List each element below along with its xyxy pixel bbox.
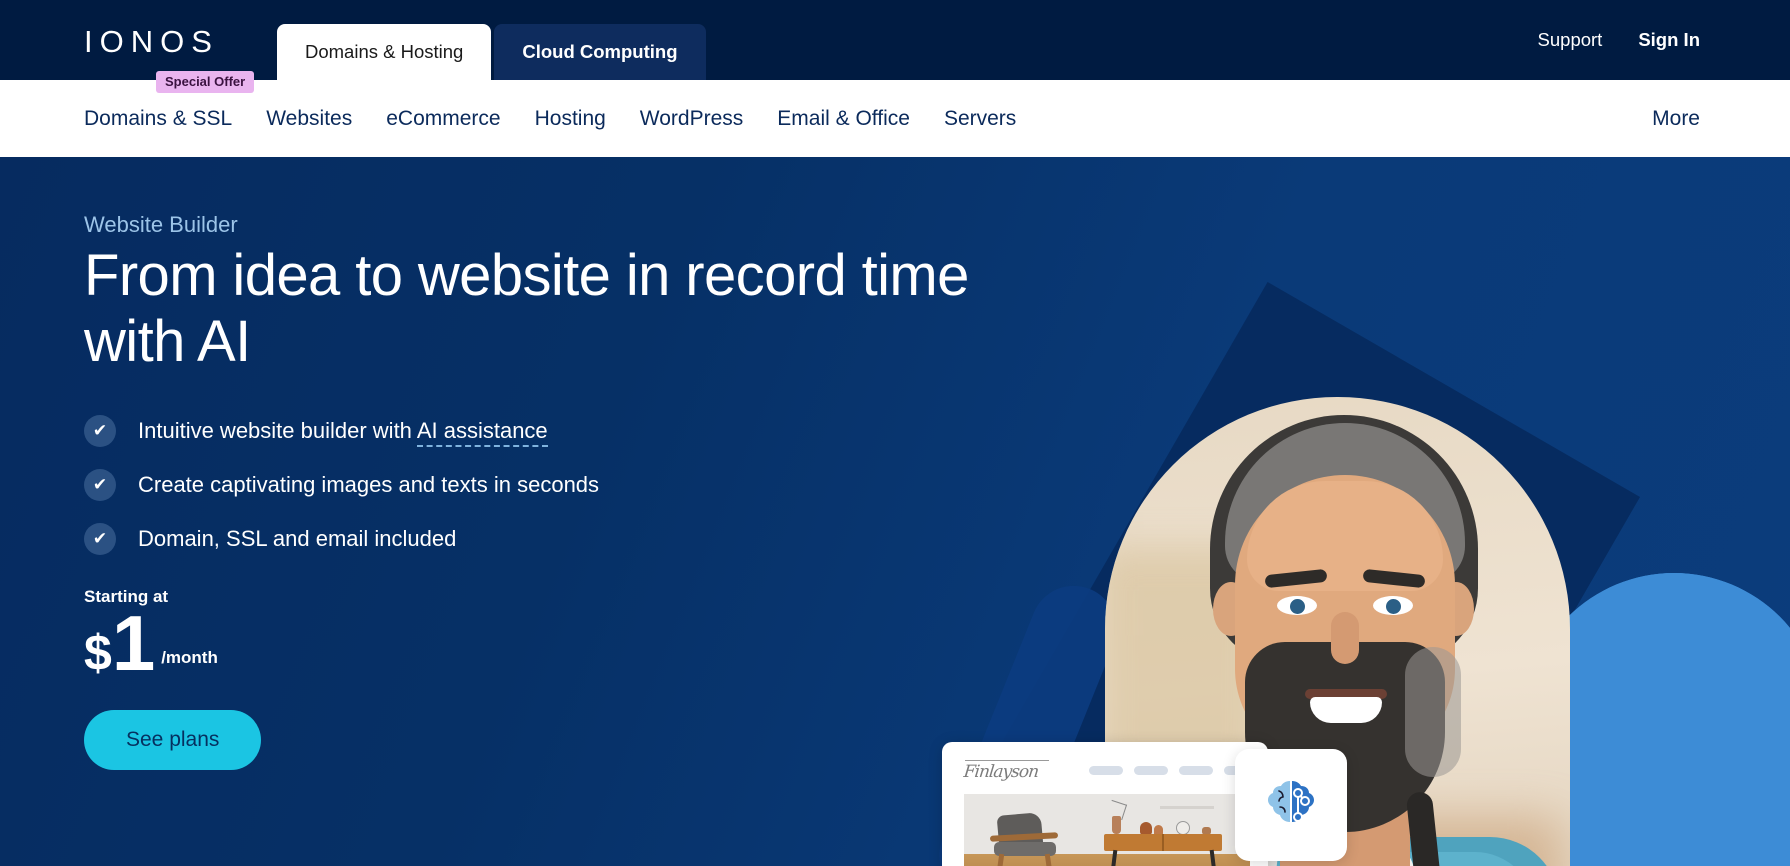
support-link[interactable]: Support (1538, 29, 1603, 51)
main-nav-list: Domains & SSL Special Offer Websites eCo… (84, 70, 1016, 157)
nav-item-more[interactable]: More (1652, 80, 1700, 157)
hero-eyebrow: Website Builder (84, 212, 238, 237)
ai-assistance-tooltip-term[interactable]: AI assistance (416, 418, 548, 447)
hero-feature-list: ✔ Intuitive website builder with AI assi… (84, 415, 599, 577)
nav-item-ecommerce[interactable]: eCommerce (386, 107, 500, 131)
feature-item: ✔ Create captivating images and texts in… (84, 469, 599, 501)
feature-item: ✔ Domain, SSL and email included (84, 523, 599, 555)
top-bar: IONOS Domains & Hosting Cloud Computing … (0, 0, 1790, 80)
ionos-logo[interactable]: IONOS (84, 26, 219, 57)
hero-headline: From idea to website in record time with… (84, 243, 969, 375)
feature-label: Create captivating images and texts in s… (138, 472, 600, 497)
nav-item-websites[interactable]: Websites (266, 107, 352, 131)
price-period: /month (161, 647, 218, 667)
mockup-nav-placeholders (1089, 766, 1258, 775)
laptop-screen: Finlayson (942, 742, 1268, 866)
see-plans-button[interactable]: See plans (84, 710, 262, 770)
check-icon: ✔ (84, 523, 116, 555)
nav-item-domains-ssl[interactable]: Domains & SSL Special Offer (84, 70, 255, 131)
ai-brain-chip (1235, 749, 1347, 861)
sign-in-link[interactable]: Sign In (1638, 29, 1700, 51)
ionos-landing-page: IONOS Domains & Hosting Cloud Computing … (0, 0, 1790, 866)
mockup-site-logo: Finlayson (963, 760, 1050, 782)
nav-item-servers[interactable]: Servers (944, 107, 1016, 131)
mockup-hero-image (964, 794, 1250, 866)
price-block: Starting at $ 1 /month (84, 587, 218, 687)
main-navigation: Domains & SSL Special Offer Websites eCo… (0, 70, 1790, 157)
nav-item-email-office[interactable]: Email & Office (777, 107, 910, 131)
primary-tab-group: Domains & Hosting Cloud Computing (277, 24, 706, 80)
price-row: $ 1 /month (84, 599, 218, 687)
feature-label: Intuitive website builder with AI assist… (138, 418, 548, 447)
top-bar-utility-links: Support Sign In (1538, 0, 1790, 80)
check-icon: ✔ (84, 415, 116, 447)
hero-section: Finlayson Website Builder From idea to w… (0, 157, 1790, 866)
nav-item-wordpress[interactable]: WordPress (640, 107, 743, 131)
price-currency: $ (84, 625, 112, 682)
feature-label: Domain, SSL and email included (138, 526, 457, 551)
special-offer-badge: Special Offer (156, 70, 255, 93)
nav-label-domains-ssl: Domains & SSL (84, 106, 233, 130)
feature-text: Intuitive website builder with (138, 418, 417, 443)
brain-icon (1268, 781, 1314, 822)
check-icon: ✔ (84, 469, 116, 501)
price-amount: 1 (111, 599, 155, 687)
nav-item-hosting[interactable]: Hosting (535, 107, 606, 131)
feature-item: ✔ Intuitive website builder with AI assi… (84, 415, 599, 447)
tab-domains-hosting[interactable]: Domains & Hosting (277, 24, 492, 80)
tab-cloud-computing[interactable]: Cloud Computing (494, 24, 706, 80)
